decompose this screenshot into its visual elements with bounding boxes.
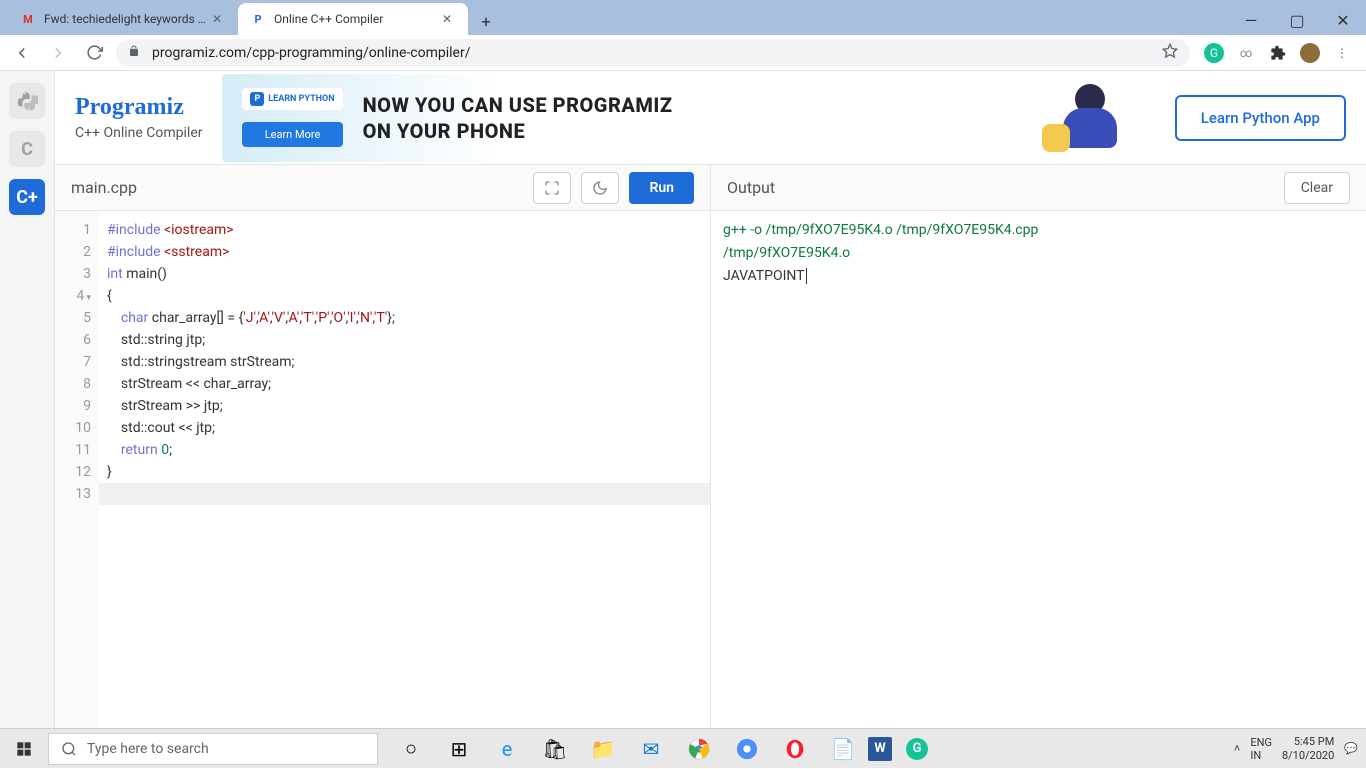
store-icon[interactable]: 🛍 bbox=[532, 729, 578, 769]
forward-button[interactable] bbox=[44, 39, 72, 67]
cortana-icon[interactable]: ○ bbox=[388, 729, 434, 769]
tab-title: Fwd: techiedelight keywords list bbox=[44, 12, 206, 26]
code-content[interactable]: #include <iostream>#include <sstream>int… bbox=[99, 211, 710, 728]
clear-button[interactable]: Clear bbox=[1284, 172, 1350, 204]
chrome-icon[interactable] bbox=[676, 729, 722, 769]
programiz-icon: P bbox=[250, 11, 266, 27]
chromium-icon[interactable] bbox=[724, 729, 770, 769]
logo-area: Programiz C++ Online Compiler bbox=[75, 94, 202, 141]
editor-panel: main.cpp Run 1234 ▾5678910111213 #includ… bbox=[55, 165, 711, 728]
editor-header: main.cpp Run bbox=[55, 165, 710, 211]
learn-python-app-button[interactable]: Learn Python App bbox=[1175, 95, 1346, 141]
url-text: programiz.com/cpp-programming/online-com… bbox=[152, 45, 471, 61]
chrome-menu-icon[interactable]: ⋮ bbox=[1332, 43, 1352, 63]
explorer-icon[interactable]: 📁 bbox=[580, 729, 626, 769]
close-icon[interactable]: ✕ bbox=[442, 12, 456, 26]
extensions-menu-icon[interactable] bbox=[1268, 43, 1288, 63]
output-content[interactable]: g++ -o /tmp/9fXO7E95K4.o /tmp/9fXO7E95K4… bbox=[711, 211, 1366, 728]
close-icon[interactable]: ✕ bbox=[212, 12, 226, 26]
notepad-icon[interactable]: 📄 bbox=[820, 729, 866, 769]
learn-more-button[interactable]: Learn More bbox=[242, 122, 342, 147]
output-header: Output Clear bbox=[711, 165, 1366, 211]
word-icon[interactable]: W bbox=[868, 737, 892, 761]
windows-taskbar: Type here to search ○ ⊞ e 🛍 📁 ✉ 📄 W G ˄ … bbox=[0, 728, 1366, 768]
code-editor[interactable]: 1234 ▾5678910111213 #include <iostream>#… bbox=[55, 211, 710, 728]
extension-icons: G ∞ ⋮ bbox=[1198, 43, 1358, 63]
back-button[interactable] bbox=[8, 39, 36, 67]
profile-avatar[interactable] bbox=[1300, 43, 1320, 63]
address-bar[interactable]: programiz.com/cpp-programming/online-com… bbox=[116, 39, 1190, 67]
browser-nav-bar: programiz.com/cpp-programming/online-com… bbox=[0, 35, 1366, 71]
browser-tab-strip: M Fwd: techiedelight keywords list ✕ P O… bbox=[0, 0, 1366, 35]
page-header: Programiz C++ Online Compiler P LEARN PY… bbox=[55, 71, 1366, 165]
bookmark-icon[interactable] bbox=[1162, 43, 1178, 63]
browser-tab[interactable]: M Fwd: techiedelight keywords list ✕ bbox=[8, 3, 238, 35]
line-gutter: 1234 ▾5678910111213 bbox=[55, 211, 99, 728]
page-subtitle: C++ Online Compiler bbox=[75, 125, 202, 141]
new-tab-button[interactable]: + bbox=[472, 7, 500, 35]
mail-icon[interactable]: ✉ bbox=[628, 729, 674, 769]
taskbar-search[interactable]: Type here to search bbox=[48, 733, 378, 765]
extension-icon[interactable]: ∞ bbox=[1236, 43, 1256, 63]
language-indicator[interactable]: ENG IN bbox=[1250, 736, 1272, 762]
close-button[interactable]: ✕ bbox=[1320, 5, 1366, 35]
editor-area: main.cpp Run 1234 ▾5678910111213 #includ… bbox=[55, 165, 1366, 728]
lock-icon bbox=[128, 45, 142, 61]
browser-tab[interactable]: P Online C++ Compiler ✕ bbox=[238, 3, 468, 35]
output-panel: Output Clear g++ -o /tmp/9fXO7E95K4.o /t… bbox=[711, 165, 1366, 728]
system-tray: ˄ ENG IN 5:45 PM 8/10/2020 💬 bbox=[1234, 735, 1366, 761]
taskview-icon[interactable]: ⊞ bbox=[436, 729, 482, 769]
banner-text: NOW YOU CAN USE PROGRAMIZ ON YOUR PHONE bbox=[363, 92, 673, 144]
reload-button[interactable] bbox=[80, 39, 108, 67]
language-rail: C C+ bbox=[0, 71, 55, 728]
banner-badge: P LEARN PYTHON bbox=[242, 88, 342, 110]
run-button[interactable]: Run bbox=[629, 172, 694, 204]
tray-chevron-icon[interactable]: ˄ bbox=[1234, 742, 1240, 755]
start-button[interactable] bbox=[0, 729, 48, 769]
promo-banner[interactable]: P LEARN PYTHON Learn More NOW YOU CAN US… bbox=[222, 74, 1154, 162]
banner-illustration bbox=[1035, 84, 1135, 154]
tab-title: Online C++ Compiler bbox=[274, 12, 436, 26]
ie-icon[interactable]: e bbox=[484, 729, 530, 769]
maximize-button[interactable]: ▢ bbox=[1274, 5, 1320, 35]
c-lang-button[interactable]: C bbox=[9, 131, 45, 167]
cursor bbox=[806, 268, 807, 284]
grammarly-task-icon[interactable]: G bbox=[894, 729, 940, 769]
clock[interactable]: 5:45 PM 8/10/2020 bbox=[1282, 735, 1334, 761]
fullscreen-button[interactable] bbox=[533, 172, 571, 204]
cpp-lang-button[interactable]: C+ bbox=[9, 179, 45, 215]
python-lang-button[interactable] bbox=[9, 83, 45, 119]
opera-icon[interactable] bbox=[772, 729, 818, 769]
minimize-button[interactable]: — bbox=[1228, 5, 1274, 35]
logo[interactable]: Programiz bbox=[75, 94, 202, 121]
window-controls: — ▢ ✕ bbox=[1228, 5, 1366, 35]
notifications-icon[interactable]: 💬 bbox=[1344, 742, 1358, 755]
filename-label: main.cpp bbox=[71, 178, 137, 197]
output-title: Output bbox=[727, 178, 775, 197]
grammarly-icon[interactable]: G bbox=[1204, 43, 1224, 63]
page-content: C C+ Programiz C++ Online Compiler P LEA… bbox=[0, 71, 1366, 728]
page-main: Programiz C++ Online Compiler P LEARN PY… bbox=[55, 71, 1366, 728]
search-icon bbox=[61, 741, 77, 757]
taskbar-apps: ○ ⊞ e 🛍 📁 ✉ 📄 W G bbox=[388, 729, 940, 769]
gmail-icon: M bbox=[20, 11, 36, 27]
dark-mode-button[interactable] bbox=[581, 172, 619, 204]
